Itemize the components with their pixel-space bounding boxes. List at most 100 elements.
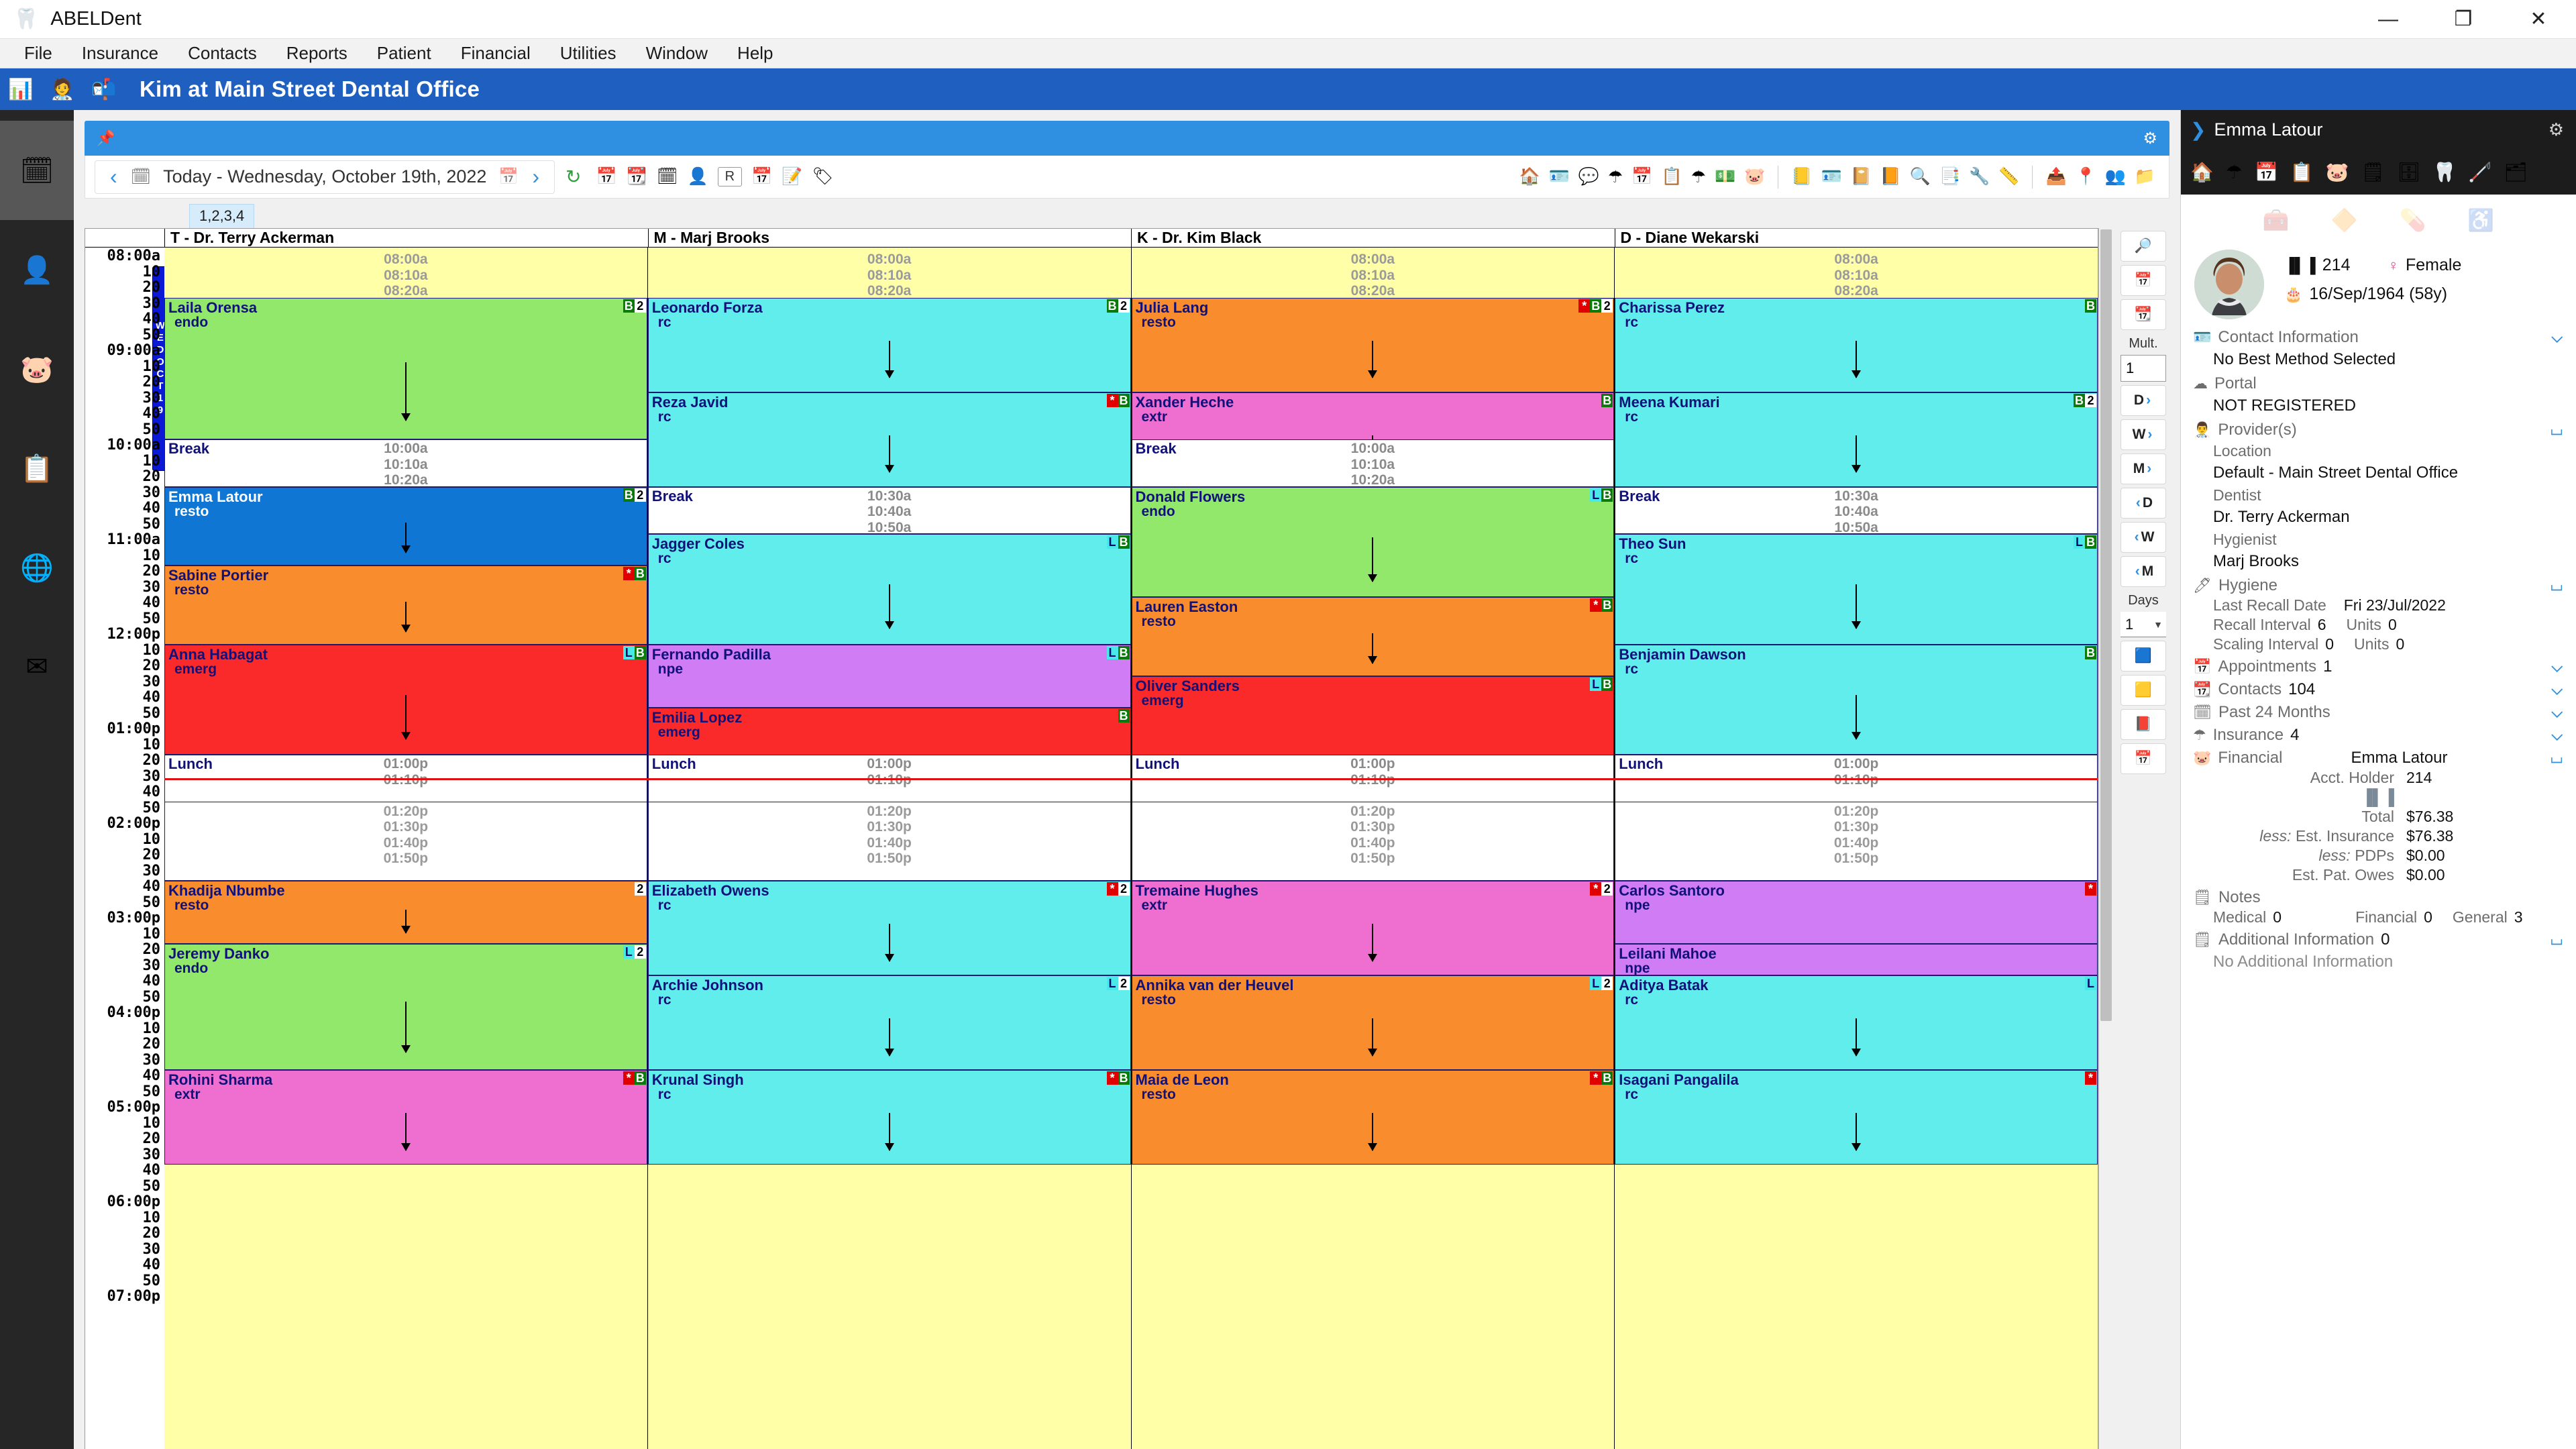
appointment-block[interactable]: Elizabeth Owens rc * 2	[647, 881, 1131, 975]
list-view-icon[interactable]: 📕	[2121, 709, 2166, 740]
empty-slot[interactable]: 08:00a 08:10a 08:20a	[164, 250, 647, 299]
appointment-block[interactable]: Tremaine Hughes extr * 2	[1131, 881, 1615, 975]
appointment-block[interactable]: Annika van der Heuvel resto L 2	[1131, 975, 1615, 1070]
pin-icon-2[interactable]: 📍	[2076, 167, 2096, 186]
maximize-button[interactable]: ❐	[2426, 0, 2501, 38]
contact-card-icon[interactable]: 🪪	[1549, 167, 1570, 186]
sidebar-mail[interactable]: ✉	[0, 617, 74, 716]
folder-icon[interactable]: 📁	[2135, 167, 2155, 186]
next-appointment-icon[interactable]: 📅	[2121, 265, 2166, 296]
gear-icon[interactable]: ⚙	[2143, 129, 2157, 148]
cancel-appointment-icon[interactable]: 📆	[627, 167, 647, 186]
appointment-block[interactable]: Archie Johnson rc L 2	[647, 975, 1131, 1070]
chevron-up-icon[interactable]: ⌴	[2551, 931, 2563, 949]
scrollbar-thumb[interactable]	[2100, 229, 2112, 1021]
empty-slot[interactable]: 08:00a 08:10a 08:20a	[1615, 250, 2098, 299]
chevron-down-icon[interactable]: ⌵	[2551, 727, 2563, 744]
patient-search-icon[interactable]: 🧑‍⚕️	[42, 68, 83, 110]
search-record-icon[interactable]: 🔍	[1910, 167, 1931, 186]
recall-icon[interactable]: 📅	[751, 167, 772, 186]
new-patient-icon[interactable]: 🪪	[1821, 167, 1841, 186]
move-appointment-icon[interactable]: 🗓	[657, 167, 678, 186]
note-icon[interactable]: 🗒	[2361, 161, 2385, 183]
empty-slot[interactable]: 01:20p 01:30p 01:40p 01:50p	[647, 802, 1131, 881]
chevron-up-icon[interactable]: ⌴	[2551, 421, 2563, 439]
contact-section-header[interactable]: 🪪 Contact Information ⌵	[2193, 328, 2576, 347]
documents-icon[interactable]: 🗂	[2504, 161, 2528, 183]
nav-button-m[interactable]: M ›	[2121, 453, 2166, 484]
money-icon[interactable]: 💵	[1715, 167, 1735, 186]
empty-slot[interactable]: 01:20p 01:30p 01:40p 01:50p	[164, 802, 647, 881]
minimize-button[interactable]: —	[2351, 0, 2426, 38]
appointment-block[interactable]: Leilani Mahoe npe	[1615, 944, 2098, 975]
appointment-block[interactable]: Charissa Perez rc B	[1615, 297, 2098, 392]
group-icon[interactable]: 👥	[2105, 167, 2126, 186]
appointment-block[interactable]: Benjamin Dawson rc B	[1615, 644, 2098, 755]
notes-section-header[interactable]: 🗒 Notes	[2193, 888, 2576, 907]
multi-column-icon[interactable]: 🟨	[2121, 675, 2166, 706]
gear-icon[interactable]: ⚙	[2548, 119, 2564, 140]
past24-section-header[interactable]: 🗓 Past 24 Months ⌵	[2193, 703, 2576, 722]
chevron-down-icon[interactable]: ⌵	[2551, 329, 2563, 346]
contacts-section-header[interactable]: 📆 Contacts 104 ⌵	[2193, 680, 2576, 699]
appointment-block[interactable]: Khadija Nbumbe resto 2	[164, 881, 647, 944]
provider-column-M[interactable]: 08:00a 08:10a 08:20a Leonardo Forza rc B 2 Reza…	[647, 248, 1131, 1449]
tooth-icon[interactable]: 🦷	[2433, 161, 2457, 183]
appointment-block[interactable]: Theo Sun rc L B	[1615, 534, 2098, 645]
chevron-up-icon[interactable]: ⌴	[2551, 577, 2563, 594]
menu-item-help[interactable]: Help	[722, 43, 788, 64]
today-calendar-icon[interactable]: 🗓	[125, 167, 156, 186]
menu-item-patient[interactable]: Patient	[362, 43, 446, 64]
calendar-icon[interactable]: 📅	[2255, 161, 2278, 183]
month-view-icon[interactable]: 📅	[2121, 743, 2166, 774]
sidebar-schedule[interactable]: 🗓	[0, 121, 74, 220]
break-block[interactable]: Break 10:00a 10:10a 10:20a	[164, 439, 647, 488]
appointment-block[interactable]: Donald Flowers endo L B	[1131, 486, 1615, 597]
send-icon[interactable]: 📤	[2045, 167, 2066, 186]
patient-icon[interactable]: 👤	[687, 167, 708, 186]
chevron-down-icon[interactable]: ⌵	[2551, 681, 2563, 698]
appointment-block[interactable]: Sabine Portier resto * B	[164, 566, 647, 645]
appointment-block[interactable]: Isagani Pangalila rc *	[1615, 1070, 2098, 1165]
piggy-bank-icon[interactable]: 🐷	[1744, 167, 1765, 186]
umbrella-icon[interactable]: ☂	[1608, 167, 1623, 187]
find-appointment-icon[interactable]: 🔎	[2121, 231, 2166, 262]
calendar-picker-icon[interactable]: 📅	[493, 167, 524, 186]
provider-column-K[interactable]: 08:00a 08:10a 08:20a Julia Lang resto * B 2 Xand…	[1130, 248, 1615, 1449]
previous-day-button[interactable]: ‹	[102, 164, 125, 189]
break-block[interactable]: Break 10:30a 10:40a 10:50a	[1615, 486, 2098, 535]
sidebar-web[interactable]: 🌐	[0, 518, 74, 617]
chat-icon[interactable]: 💬	[1578, 167, 1599, 186]
appointment-block[interactable]: Laila Orensa endo B 2	[164, 297, 647, 439]
tool-icon[interactable]: 🔧	[1969, 167, 1990, 186]
chevron-up-icon[interactable]: ⌴	[2551, 749, 2563, 767]
appointment-block[interactable]: Lauren Easton resto * B	[1131, 597, 1615, 676]
note-icon[interactable]: 📝	[782, 167, 802, 186]
nav-button-d[interactable]: D ›	[2121, 385, 2166, 416]
home-icon[interactable]: 🏠	[1519, 167, 1540, 186]
vertical-scrollbar[interactable]	[2098, 228, 2113, 1449]
appointment-block[interactable]: Julia Lang resto * B 2	[1131, 297, 1615, 392]
expand-chevron-icon[interactable]: ❯	[2190, 119, 2206, 141]
r-button[interactable]: R	[717, 167, 743, 186]
menu-item-insurance[interactable]: Insurance	[67, 43, 173, 64]
appointment-block[interactable]: Leonardo Forza rc B 2	[647, 297, 1131, 392]
barcode-icon[interactable]: 📊	[0, 68, 42, 110]
menu-item-contacts[interactable]: Contacts	[173, 43, 272, 64]
mult-input[interactable]: 1	[2121, 355, 2166, 382]
break-block[interactable]: Break 10:30a 10:40a 10:50a	[647, 486, 1131, 535]
list-icon[interactable]: 📑	[1939, 167, 1960, 186]
insurance-section-header[interactable]: ☂ Insurance 4 ⌵	[2193, 726, 2576, 745]
day-view-icon[interactable]: 🟦	[2121, 641, 2166, 672]
new-recall-icon[interactable]: 📙	[1880, 167, 1901, 186]
clipboard-icon[interactable]: 📋	[1661, 167, 1682, 186]
appointment-block[interactable]: Rohini Sharma extr * B	[164, 1070, 647, 1165]
new-appointment-icon[interactable]: 📔	[1851, 167, 1872, 186]
pin-icon[interactable]: 📌	[97, 129, 115, 147]
appointment-block[interactable]: Aditya Batak rc L	[1615, 975, 2098, 1070]
ledger-icon[interactable]: 🗄	[2397, 161, 2421, 183]
note-icon-2[interactable]: 📒	[1791, 167, 1812, 186]
break-block[interactable]: Break 10:00a 10:10a 10:20a	[1131, 439, 1615, 488]
financial-section-header[interactable]: 🐷 Financial Emma Latour ⌴	[2193, 749, 2576, 767]
providers-section-header[interactable]: 👨‍⚕️ Provider(s) ⌴	[2193, 421, 2576, 439]
